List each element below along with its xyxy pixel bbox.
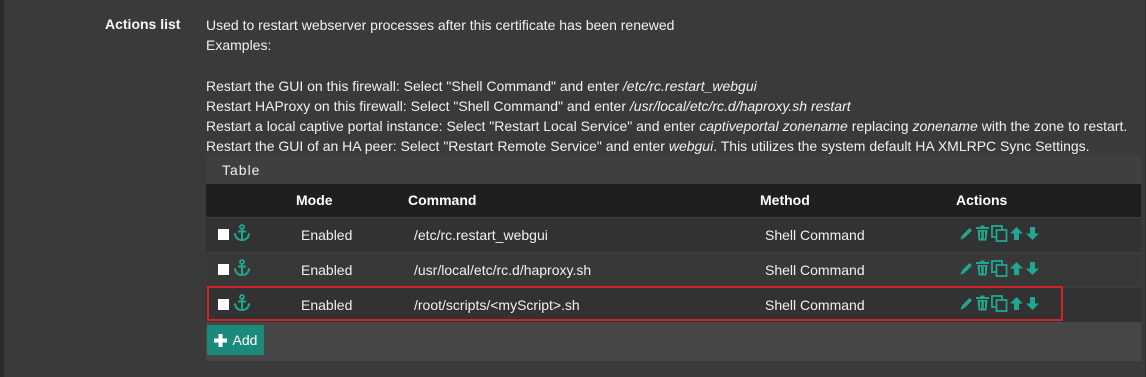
row-command: /etc/rc.restart_webgui [414,226,548,243]
anchor-icon[interactable] [233,259,251,280]
row-command: /root/scripts/<myScript>.sh [414,296,580,313]
help-example-variable: zonename [912,118,978,134]
trash-icon[interactable] [975,260,990,279]
header-select [206,184,296,217]
help-line: Used to restart webserver processes afte… [206,17,675,33]
actions-list-panel: Actions list Used to restart webserver p… [0,0,1146,377]
row-checkbox[interactable] [218,229,229,240]
help-example-4: Restart the GUI of an HA peer: Select "R… [206,136,1136,156]
help-example-text: Restart the GUI on this firewall: Select… [206,77,623,94]
help-spacer [206,55,1136,75]
help-example-1: Restart the GUI on this firewall: Select… [206,76,1136,96]
row-method: Shell Command [765,261,865,278]
add-button-label: Add [232,332,258,348]
table-row: Enabled/etc/rc.restart_webgui Shell Comma… [206,217,1141,252]
row-command: /usr/local/etc/rc.d/haproxy.sh [414,261,592,278]
trash-icon[interactable] [975,225,990,244]
row-select-cell [206,287,296,322]
help-example-command: /usr/local/etc/rc.d/haproxy.sh restart [629,97,851,114]
actions-table-panel: Table Mode Command Method Actions Enable… [206,155,1141,361]
help-example-command: /etc/rc.restart_webgui [622,77,757,94]
copy-icon[interactable] [991,224,1008,245]
anchor-icon[interactable] [233,294,251,315]
row-mode: Enabled [301,261,353,278]
pencil-icon[interactable] [959,296,974,314]
row-mode: Enabled [301,226,353,243]
row-select-cell [206,217,296,252]
help-example-text: Restart the GUI of an HA peer: Select "R… [206,138,669,155]
arrow-up-icon[interactable] [1009,296,1024,314]
table-row: Enabled/root/scripts/<myScript>.sh Shell … [206,287,1141,322]
help-example-2: Restart HAProxy on this firewall: Select… [206,96,1136,116]
help-example-3: Restart a local captive portal instance:… [206,116,1136,136]
help-example-text: with the zone to restart. [977,118,1128,134]
help-example-text: replacing [847,118,913,134]
table-row: Enabled/usr/local/etc/rc.d/haproxy.sh She… [206,252,1141,287]
add-button[interactable]: Add [207,325,264,355]
arrow-down-icon[interactable] [1025,296,1040,314]
row-mode: Enabled [301,296,353,313]
copy-icon[interactable] [991,259,1008,280]
copy-icon[interactable] [991,294,1008,315]
table-header-row: Mode Command Method Actions [206,184,1141,217]
help-example-command: webgui [668,138,714,155]
pencil-icon[interactable] [959,226,974,244]
row-actions [956,287,1141,322]
arrow-down-icon[interactable] [1025,226,1040,244]
pencil-icon[interactable] [959,261,974,279]
row-method: Shell Command [765,226,865,243]
help-example-text: . This utilizes the system default HA XM… [713,138,1090,155]
trash-icon[interactable] [975,295,990,314]
anchor-icon[interactable] [233,224,251,245]
help-example-text: Restart HAProxy on this firewall: Select… [206,97,630,114]
row-select-cell [206,252,296,287]
row-actions [956,252,1141,287]
field-label: Actions list [105,16,181,32]
row-checkbox[interactable] [218,299,229,311]
plus-icon [213,333,227,347]
help-example-command: captiveportal zonename [699,118,848,134]
row-method: Shell Command [765,296,865,313]
actions-table: Mode Command Method Actions Enabled/etc/… [206,184,1141,322]
row-actions [956,217,1141,252]
header-actions: Actions [956,192,1008,209]
help-line: Examples: [206,37,272,54]
help-example-text: Restart a local captive portal instance:… [206,118,700,134]
header-method[interactable]: Method [760,184,956,217]
arrow-down-icon[interactable] [1025,261,1040,279]
header-mode[interactable]: Mode [296,184,408,217]
arrow-up-icon[interactable] [1009,226,1024,244]
row-checkbox[interactable] [218,264,229,275]
arrow-up-icon[interactable] [1009,261,1024,279]
table-title: Table [206,155,1141,184]
header-command[interactable]: Command [408,184,760,217]
help-text: Used to restart webserver processes afte… [206,15,1136,156]
